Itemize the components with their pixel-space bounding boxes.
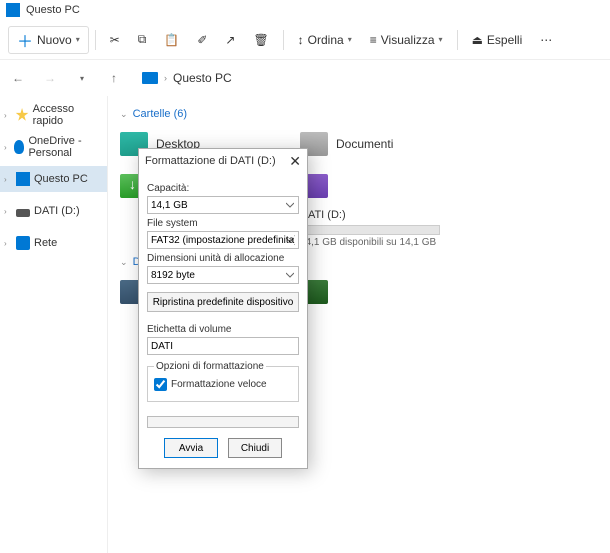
- start-button[interactable]: Avvia: [164, 438, 218, 458]
- toolbar: ＋ Nuovo ▾ ✂ ⧉ 📋 ✐ ↗ 🗑 ↕ Ordina ▾ ≡ Visua…: [0, 20, 610, 60]
- forward-button[interactable]: →: [40, 68, 60, 88]
- sidebar-item-label: Questo PC: [34, 173, 88, 185]
- folder-documents[interactable]: Documenti: [300, 128, 440, 160]
- network-icon: [16, 236, 30, 250]
- sidebar-item-quick-access[interactable]: › Accesso rapido: [0, 102, 107, 128]
- chevron-right-icon: ›: [164, 73, 167, 83]
- chevron-right-icon: ›: [4, 207, 12, 216]
- volume-label-input[interactable]: [147, 337, 299, 355]
- chevron-right-icon: ›: [4, 175, 12, 184]
- chevron-right-icon: ›: [4, 111, 11, 120]
- cloud-icon: [14, 140, 24, 154]
- dialog-titlebar: Formattazione di DATI (D:) ✕: [139, 149, 307, 173]
- back-button[interactable]: ←: [8, 68, 28, 88]
- format-options-label: Opzioni di formattazione: [154, 361, 266, 372]
- capacity-select[interactable]: 14,1 GB: [147, 196, 299, 214]
- pc-icon: [16, 172, 30, 186]
- quick-format-checkbox[interactable]: [154, 378, 167, 391]
- share-icon: ↗: [225, 33, 235, 47]
- separator: [95, 30, 96, 50]
- sidebar-item-label: OneDrive - Personal: [28, 135, 103, 159]
- chevron-down-icon: ⌄: [120, 257, 128, 267]
- volume-label-label: Etichetta di volume: [147, 324, 299, 335]
- scissors-icon: ✂: [110, 33, 120, 47]
- delete-button[interactable]: 🗑: [245, 26, 276, 54]
- chevron-down-icon: ▾: [439, 35, 443, 44]
- drive-name: DATI (D:): [300, 209, 440, 221]
- group-header-folders[interactable]: ⌄ Cartelle (6): [120, 108, 598, 120]
- filesystem-label: File system: [147, 218, 299, 229]
- star-icon: [15, 108, 28, 122]
- dialog-title: Formattazione di DATI (D:): [145, 155, 276, 167]
- new-button[interactable]: ＋ Nuovo ▾: [8, 26, 89, 54]
- navbar: ← → ▾ ↑ › Questo PC: [0, 60, 610, 96]
- copy-button[interactable]: ⧉: [130, 26, 155, 54]
- rename-icon: ✐: [197, 33, 207, 47]
- trash-icon: 🗑: [253, 33, 268, 47]
- allocation-select[interactable]: 8192 byte: [147, 266, 299, 284]
- address-bar[interactable]: › Questo PC: [136, 65, 602, 91]
- sidebar-item-this-pc[interactable]: › Questo PC: [0, 166, 107, 192]
- chevron-down-icon: ⌄: [120, 109, 128, 119]
- drive-item[interactable]: DATI (D:) 14,1 GB disponibili su 14,1 GB: [300, 212, 440, 244]
- sidebar-item-onedrive[interactable]: › OneDrive - Personal: [0, 134, 107, 160]
- eject-label: Espelli: [487, 33, 522, 47]
- view-label: Visualizza: [381, 33, 435, 47]
- plus-icon: ＋: [17, 28, 33, 52]
- more-icon: ⋯: [540, 33, 552, 47]
- pc-icon: [6, 3, 20, 17]
- cut-button[interactable]: ✂: [102, 26, 128, 54]
- paste-icon: 📋: [164, 33, 179, 47]
- quick-format-label: Formattazione veloce: [171, 379, 267, 390]
- close-button[interactable]: ✕: [289, 153, 301, 170]
- close-dialog-button[interactable]: Chiudi: [228, 438, 282, 458]
- eject-button[interactable]: ⏏ Espelli: [464, 26, 531, 54]
- share-button[interactable]: ↗: [217, 26, 243, 54]
- address-path: Questo PC: [173, 71, 232, 85]
- sidebar-item-label: Accesso rapido: [33, 103, 103, 127]
- separator: [283, 30, 284, 50]
- copy-icon: ⧉: [138, 32, 147, 47]
- sort-label: Ordina: [308, 33, 344, 47]
- group-label: Cartelle (6): [133, 108, 187, 120]
- more-button[interactable]: ⋯: [532, 26, 560, 54]
- drive-capacity-bar: [300, 225, 440, 235]
- sidebar-item-drive-d[interactable]: › DATI (D:): [0, 198, 107, 224]
- chevron-right-icon: ›: [4, 239, 12, 248]
- folder-item[interactable]: [300, 170, 440, 202]
- drive-icon: [16, 209, 30, 217]
- sidebar-item-network[interactable]: › Rete: [0, 230, 107, 256]
- filesystem-select[interactable]: FAT32 (impostazione predefinita): [147, 231, 299, 249]
- new-label: Nuovo: [37, 33, 72, 47]
- view-button[interactable]: ≡ Visualizza ▾: [362, 26, 451, 54]
- format-dialog: Formattazione di DATI (D:) ✕ Capacità: 1…: [138, 148, 308, 469]
- format-progress: [147, 416, 299, 428]
- drive-status: 14,1 GB disponibili su 14,1 GB: [300, 237, 440, 248]
- sidebar-item-label: Rete: [34, 237, 57, 249]
- restore-defaults-button[interactable]: Ripristina predefinite dispositivo: [147, 292, 299, 312]
- nav-tree: › Accesso rapido › OneDrive - Personal ›…: [0, 96, 108, 553]
- capacity-label: Capacità:: [147, 183, 299, 194]
- quick-format-option[interactable]: Formattazione veloce: [154, 378, 292, 391]
- pc-icon: [142, 72, 158, 84]
- chevron-down-icon: ▾: [348, 35, 352, 44]
- paste-button[interactable]: 📋: [156, 26, 187, 54]
- chevron-right-icon: ›: [4, 143, 10, 152]
- recent-button[interactable]: ▾: [72, 68, 92, 88]
- eject-icon: ⏏: [472, 33, 483, 47]
- window-title: Questo PC: [26, 4, 80, 16]
- sort-button[interactable]: ↕ Ordina ▾: [290, 26, 360, 54]
- up-button[interactable]: ↑: [104, 68, 124, 88]
- view-icon: ≡: [370, 33, 377, 47]
- sort-icon: ↕: [298, 33, 304, 47]
- folder-label: Documenti: [336, 137, 393, 151]
- separator: [457, 30, 458, 50]
- rename-button[interactable]: ✐: [189, 26, 215, 54]
- sidebar-item-label: DATI (D:): [34, 205, 80, 217]
- window-titlebar: Questo PC: [0, 0, 610, 20]
- allocation-label: Dimensioni unità di allocazione: [147, 253, 299, 264]
- chevron-down-icon: ▾: [76, 35, 80, 44]
